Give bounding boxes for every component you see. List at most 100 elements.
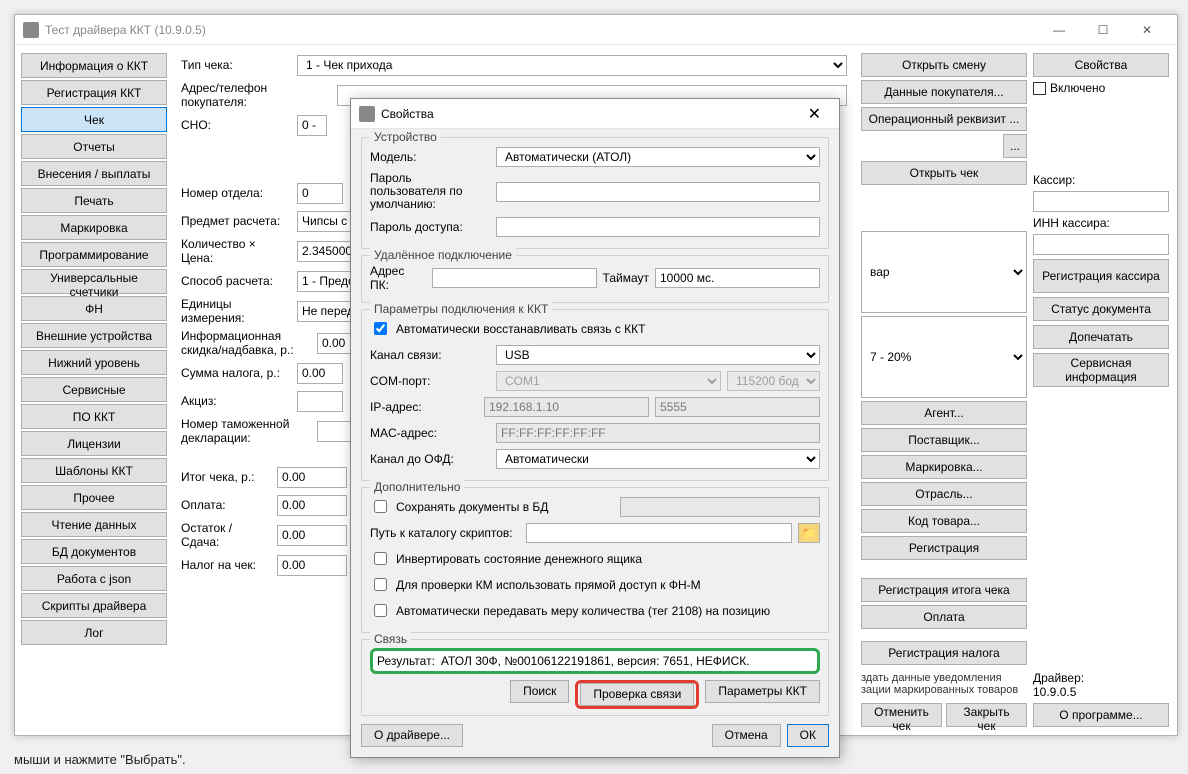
km-direct-checkbox[interactable] — [374, 578, 387, 591]
sidebar-item-cash-in-out[interactable]: Внесения / выплаты — [21, 161, 167, 186]
dept-input[interactable] — [297, 183, 343, 204]
agent-button[interactable]: Агент... — [861, 401, 1027, 425]
service-info-button[interactable]: Сервисная информация — [1033, 353, 1169, 387]
pay-button[interactable]: Оплата — [861, 605, 1027, 629]
properties-button[interactable]: Свойства — [1033, 53, 1169, 77]
register-button[interactable]: Регистрация — [861, 536, 1027, 560]
sidebar-item-read-data[interactable]: Чтение данных — [21, 512, 167, 537]
ofd-select[interactable]: Автоматически — [496, 449, 820, 469]
extra-group: Дополнительно Сохранять документы в БД П… — [361, 487, 829, 633]
sidebar-item-other[interactable]: Прочее — [21, 485, 167, 510]
enabled-checkbox[interactable] — [1033, 82, 1046, 95]
sidebar-item-ext-devices[interactable]: Внешние устройства — [21, 323, 167, 348]
timeout-input[interactable] — [655, 268, 820, 288]
doc-status-button[interactable]: Статус документа — [1033, 297, 1169, 321]
pay-method-input[interactable] — [297, 271, 357, 292]
folder-icon[interactable]: 📁 — [798, 523, 820, 543]
more-button[interactable]: ... — [1003, 134, 1027, 158]
sidebar-item-print[interactable]: Печать — [21, 188, 167, 213]
tax-rate-select[interactable]: 7 - 20% — [861, 316, 1027, 398]
reg-total-button[interactable]: Регистрация итога чека — [861, 578, 1027, 602]
sidebar-item-json[interactable]: Работа с json — [21, 566, 167, 591]
result-input[interactable] — [439, 653, 813, 669]
sidebar-item-counters[interactable]: Универсальные счетчики — [21, 269, 167, 294]
reg-cashier-button[interactable]: Регистрация кассира — [1033, 259, 1169, 293]
script-path-input[interactable] — [526, 523, 792, 543]
minimize-button[interactable]: — — [1037, 16, 1081, 44]
sidebar-item-registration[interactable]: Регистрация ККТ — [21, 80, 167, 105]
timeout-label: Таймаут — [603, 271, 649, 285]
save-db-checkbox[interactable] — [374, 500, 387, 513]
com-select: COM1 — [496, 371, 721, 391]
sidebar-item-reports[interactable]: Отчеты — [21, 134, 167, 159]
sidebar-item-programming[interactable]: Программирование — [21, 242, 167, 267]
tax-receipt-input[interactable] — [277, 555, 347, 576]
sidebar-item-fn[interactable]: ФН — [21, 296, 167, 321]
check-connection-button[interactable]: Проверка связи — [580, 683, 694, 706]
sidebar-item-info[interactable]: Информация о ККТ — [21, 53, 167, 78]
excise-input[interactable] — [297, 391, 343, 412]
receipt-type-select[interactable]: 1 - Чек прихода — [297, 55, 847, 76]
kkt-params-button[interactable]: Параметры ККТ — [705, 680, 820, 703]
sidebar-item-licenses[interactable]: Лицензии — [21, 431, 167, 456]
industry-button[interactable]: Отрасль... — [861, 482, 1027, 506]
invert-checkbox[interactable] — [374, 552, 387, 565]
total-input[interactable] — [277, 467, 347, 488]
pc-addr-label: Адрес ПК: — [370, 264, 426, 292]
about-driver-button[interactable]: О драйвере... — [361, 724, 463, 747]
sidebar-item-log[interactable]: Лог — [21, 620, 167, 645]
model-select[interactable]: Автоматически (АТОЛ) — [496, 147, 820, 167]
open-shift-button[interactable]: Открыть смену — [861, 53, 1027, 77]
open-receipt-button[interactable]: Открыть чек — [861, 161, 1027, 185]
close-receipt-button[interactable]: Закрыть чек — [946, 703, 1027, 727]
about-program-button[interactable]: О программе... — [1033, 703, 1169, 727]
payment-label: Оплата: — [181, 498, 271, 512]
qty-tag-checkbox[interactable] — [374, 604, 387, 617]
sno-input[interactable] — [297, 115, 327, 136]
op-requisite-button[interactable]: Операционный реквизит ... — [861, 107, 1027, 131]
buyer-data-button[interactable]: Данные покупателя... — [861, 80, 1027, 104]
tax-var-select[interactable]: вар — [861, 231, 1027, 313]
pwd-access-input[interactable] — [496, 217, 820, 237]
sidebar-item-firmware[interactable]: ПО ККТ — [21, 404, 167, 429]
auto-restore-checkbox[interactable] — [374, 322, 387, 335]
maximize-button[interactable]: ☐ — [1081, 16, 1125, 44]
dialog-close-button[interactable]: ✕ — [798, 104, 831, 124]
ofd-label: Канал до ОФД: — [370, 452, 490, 466]
search-button[interactable]: Поиск — [510, 680, 569, 703]
cashier-label: Кассир: — [1033, 173, 1169, 187]
cashier-input[interactable] — [1033, 191, 1169, 212]
qty-input[interactable] — [297, 241, 357, 262]
close-button[interactable]: ✕ — [1125, 16, 1169, 44]
pwd-default-input[interactable] — [496, 182, 820, 202]
cashier-inn-input[interactable] — [1033, 234, 1169, 255]
sidebar-item-receipt[interactable]: Чек — [21, 107, 167, 132]
channel-select[interactable]: USB — [496, 345, 820, 365]
sidebar-item-low-level[interactable]: Нижний уровень — [21, 350, 167, 375]
payment-input[interactable] — [277, 495, 347, 516]
marking-button[interactable]: Маркировка... — [861, 455, 1027, 479]
right-panel: Открыть смену Данные покупателя... Опера… — [859, 49, 1029, 731]
sidebar-item-templates[interactable]: Шаблоны ККТ — [21, 458, 167, 483]
subject-input[interactable] — [297, 211, 357, 232]
pc-addr-input[interactable] — [432, 268, 597, 288]
dialog-ok-button[interactable]: ОК — [787, 724, 829, 747]
item-code-button[interactable]: Код товара... — [861, 509, 1027, 533]
sidebar-item-scripts[interactable]: Скрипты драйвера — [21, 593, 167, 618]
cancel-receipt-button[interactable]: Отменить чек — [861, 703, 942, 727]
change-input[interactable] — [277, 525, 347, 546]
mac-label: MAC-адрес: — [370, 426, 490, 440]
supplier-button[interactable]: Поставщик... — [861, 428, 1027, 452]
customs-label: Номер таможенной декларации: — [181, 417, 311, 445]
reprint-button[interactable]: Допечатать — [1033, 325, 1169, 349]
pwd-default-label: Пароль пользователя по умолчанию: — [370, 172, 490, 212]
baud-select: 115200 бод — [727, 371, 820, 391]
tax-sum-input[interactable] — [297, 363, 343, 384]
sidebar-item-db-docs[interactable]: БД документов — [21, 539, 167, 564]
reg-tax-button[interactable]: Регистрация налога — [861, 641, 1027, 665]
sidebar-item-service[interactable]: Сервисные — [21, 377, 167, 402]
sidebar-item-marking[interactable]: Маркировка — [21, 215, 167, 240]
device-group: Устройство Модель: Автоматически (АТОЛ) … — [361, 137, 829, 249]
units-input[interactable] — [297, 301, 357, 322]
dialog-cancel-button[interactable]: Отмена — [712, 724, 781, 747]
